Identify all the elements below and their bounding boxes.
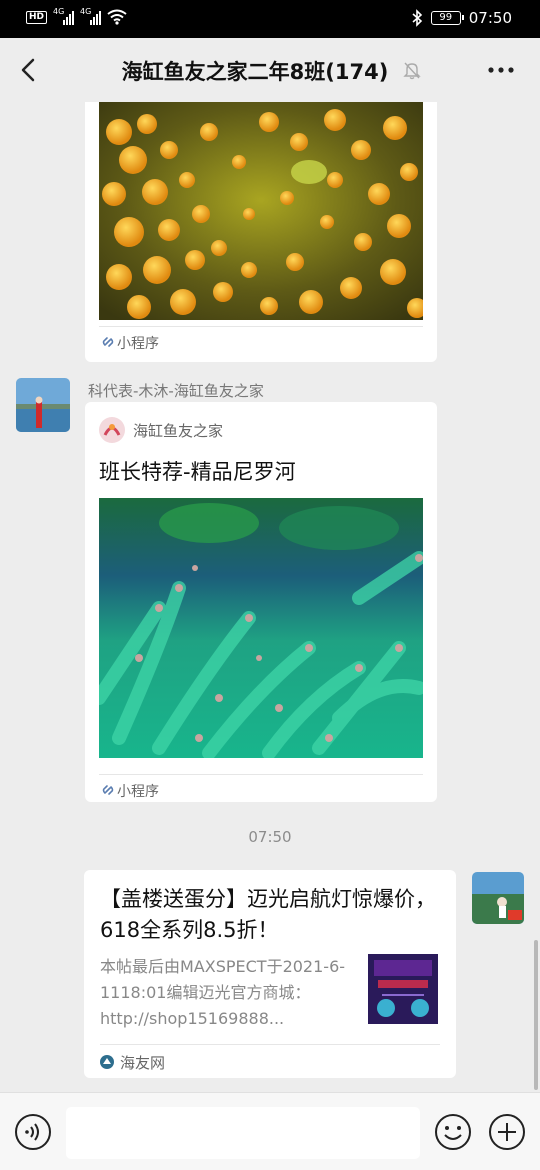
battery-icon: 99 — [430, 11, 464, 25]
chat-header: 海缸鱼友之家二年8班(174) — [0, 38, 540, 102]
mini-program-title: 班长特荐-精品尼罗河 — [99, 460, 296, 484]
link-source: 海友网 — [100, 1044, 440, 1074]
chat-message-list[interactable]: 小程序 科代表-木沐-海缸鱼友之家 海缸鱼友之家 班长特荐-精品尼罗河 小程序 … — [0, 102, 540, 1092]
mini-program-source: 海缸鱼友之家 — [99, 416, 223, 444]
wifi-icon — [107, 9, 127, 25]
more-options-icon[interactable] — [486, 60, 516, 80]
avatar-image — [16, 378, 70, 432]
status-bar: HD 4G 4G 99 07:50 — [0, 0, 540, 38]
mini-program-footer: 小程序 — [99, 774, 423, 804]
link-description: 本帖最后由MAXSPECT于2021-6-1118:01编辑迈光官方商城：htt… — [100, 957, 346, 1028]
mute-bell-icon — [403, 62, 421, 80]
link-title: 【盖楼送蛋分】迈光启航灯惊爆价，618全系列8.5折！ — [100, 887, 436, 942]
mini-program-icon — [102, 337, 114, 347]
emoji-icon[interactable] — [434, 1113, 472, 1151]
link-thumbnail — [368, 954, 438, 1024]
mini-program-icon — [102, 785, 114, 795]
message-timestamp: 07:50 — [248, 828, 292, 846]
sender-name: 科代表-木沐-海缸鱼友之家 — [88, 382, 264, 400]
voice-input-icon[interactable] — [14, 1113, 52, 1151]
coral-green-image — [99, 498, 423, 758]
hd-indicator: HD — [26, 10, 48, 24]
signal-icon: 4G — [53, 7, 75, 25]
coral-orange-image — [99, 102, 423, 320]
chat-title: 海缸鱼友之家二年8班(174) — [121, 60, 389, 84]
site-logo-icon — [100, 1055, 114, 1069]
signal-icon-2: 4G — [80, 7, 102, 25]
mini-program-card[interactable]: 海缸鱼友之家 班长特荐-精品尼罗河 小程序 — [85, 402, 437, 802]
my-avatar[interactable] — [472, 872, 524, 924]
bluetooth-icon — [412, 9, 422, 27]
avatar-image — [472, 872, 524, 924]
avatar[interactable] — [16, 378, 70, 432]
message-input[interactable] — [66, 1107, 420, 1159]
mini-program-card[interactable]: 小程序 — [85, 102, 437, 362]
clock: 07:50 — [468, 9, 512, 27]
mini-program-footer: 小程序 — [99, 326, 423, 356]
scrollbar[interactable] — [534, 940, 538, 1090]
add-more-icon[interactable] — [488, 1113, 526, 1151]
source-logo-icon — [99, 417, 125, 443]
link-card[interactable]: 【盖楼送蛋分】迈光启航灯惊爆价，618全系列8.5折！ 本帖最后由MAXSPEC… — [84, 870, 456, 1078]
input-bar — [0, 1092, 540, 1170]
